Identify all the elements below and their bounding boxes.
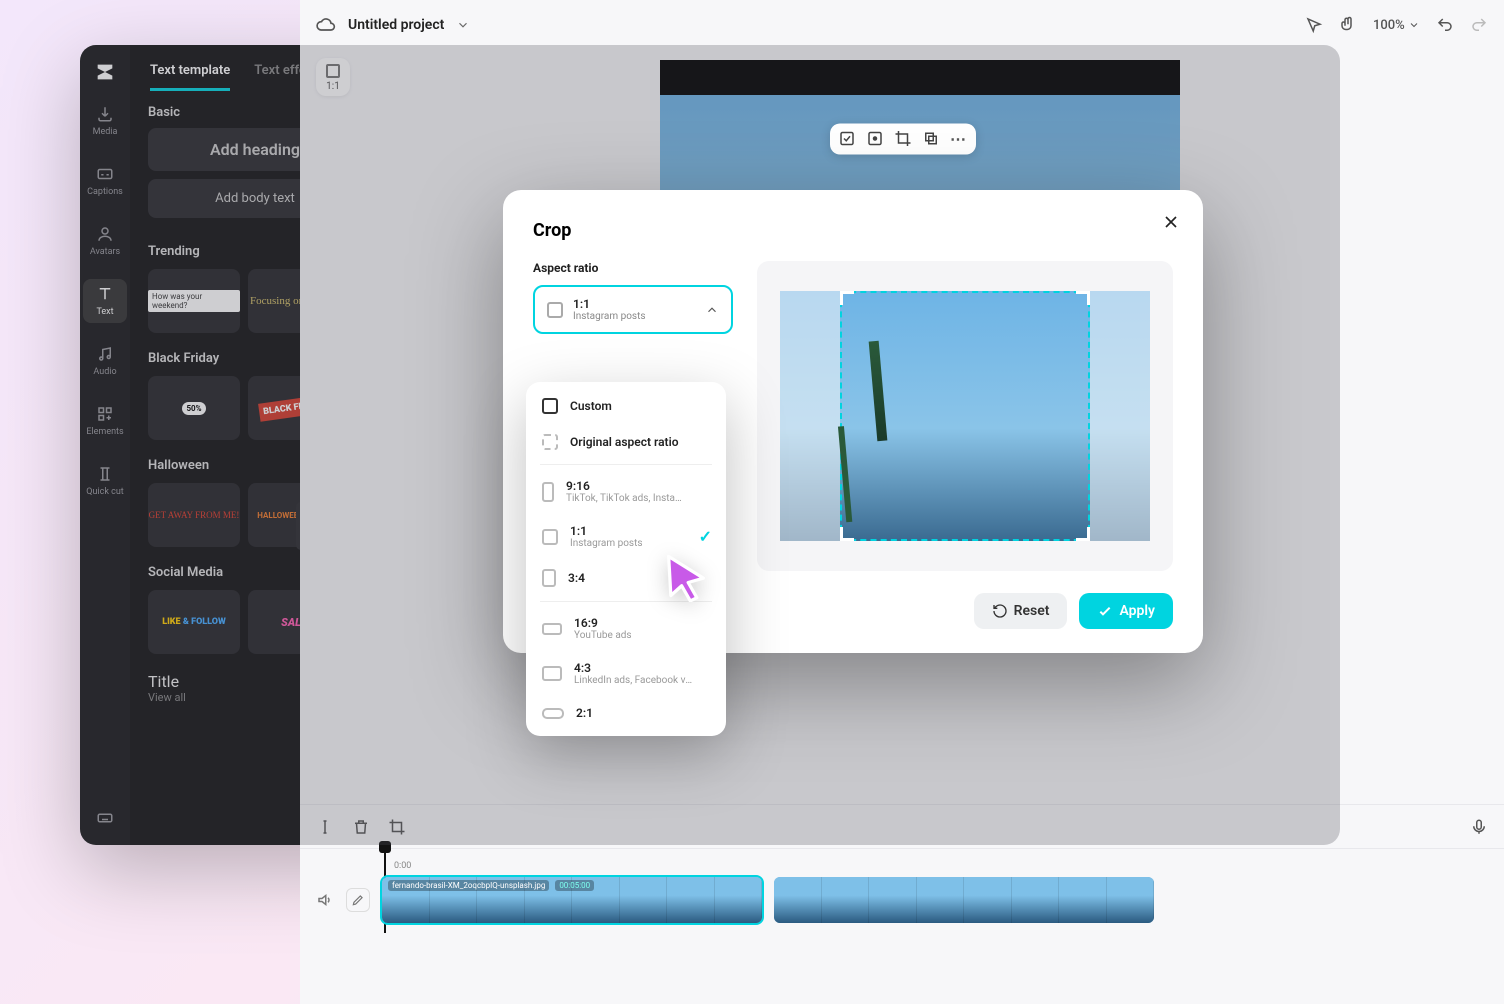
layer-icon[interactable] <box>922 130 940 148</box>
zoom-level[interactable]: 100% <box>1373 18 1420 33</box>
volume-icon[interactable] <box>316 891 334 909</box>
timecode: 0:00 <box>394 861 1488 871</box>
ratio-option-16-9[interactable]: 16:9YouTube ads <box>526 606 726 651</box>
canvas-ratio-chip[interactable]: 1:1 <box>316 58 350 96</box>
ratio-icon <box>542 708 564 719</box>
ratio-icon <box>326 64 340 78</box>
select-tool-icon[interactable] <box>1305 16 1323 34</box>
redo-icon[interactable] <box>1470 16 1488 34</box>
mic-icon[interactable] <box>1470 818 1488 836</box>
ratio-icon <box>542 569 556 587</box>
timeline-clip[interactable]: fernando-brasil-XM_2oqcbpIQ-unsplash.jpg… <box>382 877 762 923</box>
project-name[interactable]: Untitled project <box>348 17 444 33</box>
hand-tool-icon[interactable] <box>1339 16 1357 34</box>
modal-title: Crop <box>533 220 1173 241</box>
undo-icon[interactable] <box>1436 16 1454 34</box>
ratio-icon <box>542 666 562 681</box>
selected-ratio: 1:1 <box>573 297 646 311</box>
crop-tool-icon[interactable] <box>894 130 912 148</box>
template-thumb[interactable]: How was your weekend? <box>148 269 240 333</box>
rail-keyboard-icon[interactable] <box>83 803 127 833</box>
crop-preview <box>757 261 1173 571</box>
section-hw-title: Halloween <box>148 458 209 473</box>
template-thumb[interactable]: 50% <box>148 376 240 440</box>
rail-text[interactable]: Text <box>83 279 127 323</box>
canvas-floating-toolbar: ⋯ <box>830 124 976 155</box>
replace-icon[interactable] <box>838 130 856 148</box>
section-sm-title: Social Media <box>148 565 223 580</box>
animate-icon[interactable] <box>866 130 884 148</box>
template-thumb[interactable]: GET AWAY FROM ME! <box>148 483 240 547</box>
clip-filename: fernando-brasil-XM_2oqcbpIQ-unsplash.jpg <box>388 880 549 891</box>
preview-image[interactable] <box>780 291 1150 541</box>
ratio-icon <box>542 529 558 545</box>
section-trending-title: Trending <box>148 244 200 259</box>
crop-handle-tl[interactable] <box>840 291 854 305</box>
template-thumb[interactable]: LIKE & FOLLOW <box>148 590 240 654</box>
timeline: 0:00 fernando-brasil-XM_2oqcbpIQ-unsplas… <box>300 804 1504 1004</box>
rail-elements[interactable]: Elements <box>83 399 127 443</box>
aspect-ratio-label: Aspect ratio <box>533 261 733 275</box>
app-logo-icon <box>94 61 116 83</box>
ratio-option-9-16[interactable]: 9:16TikTok, TikTok ads, Instagr… <box>526 469 726 514</box>
crop-handle-br[interactable] <box>1076 527 1090 541</box>
ratio-square-icon <box>547 302 563 318</box>
ratio-chip-label: 1:1 <box>326 81 340 92</box>
cursor-pointer-icon <box>660 550 712 606</box>
rail-avatars[interactable]: Avatars <box>83 219 127 263</box>
rail-audio[interactable]: Audio <box>83 339 127 383</box>
crop-mask <box>1090 291 1150 541</box>
original-ratio-icon <box>542 434 558 450</box>
ratio-option-custom[interactable]: Custom <box>526 388 726 424</box>
cloud-sync-icon <box>316 15 336 35</box>
crop-icon[interactable] <box>388 818 406 836</box>
tab-text-template[interactable]: Text template <box>150 63 230 91</box>
reset-button[interactable]: Reset <box>974 593 1068 629</box>
ratio-option-original[interactable]: Original aspect ratio <box>526 424 726 460</box>
ratio-icon <box>542 623 562 635</box>
section-bf-title: Black Friday <box>148 351 219 366</box>
chevron-up-icon <box>705 303 719 317</box>
ratio-icon <box>542 482 554 502</box>
rail-quickcut[interactable]: Quick cut <box>83 459 127 503</box>
selected-check-icon: ✓ <box>699 527 712 546</box>
reset-icon <box>992 603 1008 619</box>
nav-rail: Media Captions Avatars Text Audio Elemen… <box>80 45 130 845</box>
text-cursor-icon[interactable] <box>316 818 334 836</box>
rail-captions[interactable]: Captions <box>83 159 127 203</box>
clip-duration: 00:05:00 <box>555 880 594 891</box>
custom-crop-icon <box>542 398 558 414</box>
check-icon <box>1097 603 1113 619</box>
ratio-option-4-3[interactable]: 4:3LinkedIn ads, Facebook vid… <box>526 651 726 696</box>
apply-button[interactable]: Apply <box>1079 593 1173 629</box>
selected-ratio-desc: Instagram posts <box>573 311 646 322</box>
crop-frame[interactable] <box>840 291 1090 541</box>
timeline-clip[interactable] <box>774 877 1154 923</box>
more-icon[interactable]: ⋯ <box>950 130 968 149</box>
ratio-option-2-1[interactable]: 2:1 <box>526 696 726 730</box>
crop-mask <box>780 291 840 541</box>
crop-handle-bl[interactable] <box>840 527 854 541</box>
rail-media[interactable]: Media <box>83 99 127 143</box>
crop-handle-tr[interactable] <box>1076 291 1090 305</box>
topbar: Untitled project 100% <box>300 0 1504 50</box>
track-edit-icon[interactable] <box>346 888 370 912</box>
delete-icon[interactable] <box>352 818 370 836</box>
aspect-ratio-select[interactable]: 1:1 Instagram posts <box>533 285 733 334</box>
project-menu-chevron-icon[interactable] <box>456 18 470 32</box>
close-icon[interactable] <box>1161 212 1181 232</box>
